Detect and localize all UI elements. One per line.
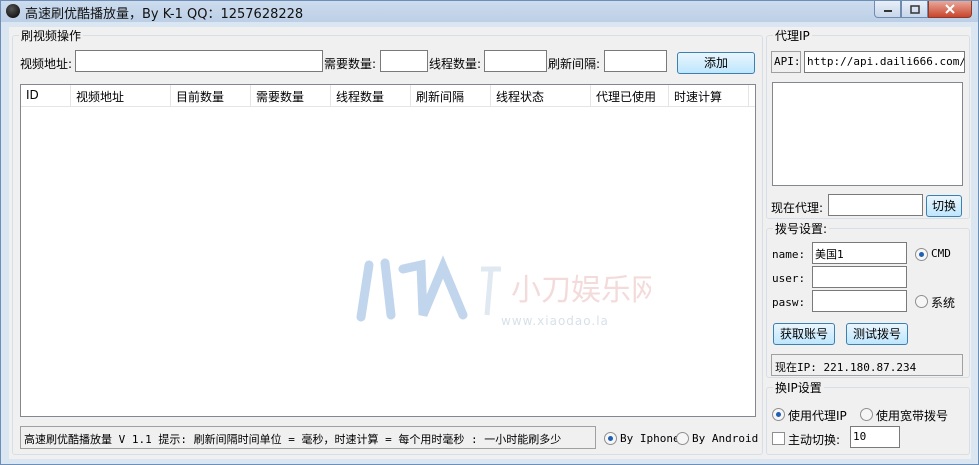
get-account-button[interactable]: 获取账号 [773, 323, 835, 345]
column-speed-calc[interactable]: 时速计算 [669, 85, 749, 106]
pasw-label: pasw: [772, 296, 806, 309]
use-broadband-label: 使用宽带拨号 [876, 409, 949, 423]
refresh-interval-input[interactable] [604, 50, 667, 72]
video-url-input[interactable] [75, 50, 323, 72]
column-proxy-used[interactable]: 代理已使用 [591, 85, 669, 106]
window-controls [874, 1, 972, 18]
test-dial-button[interactable]: 测试拨号 [846, 323, 908, 345]
column-refresh-interval[interactable]: 刷新间隔 [411, 85, 491, 106]
need-count-input[interactable] [380, 50, 428, 72]
cmd-radio[interactable] [915, 248, 928, 261]
proxy-list-textarea[interactable] [772, 82, 963, 186]
title-bar[interactable]: 高速刷优酷播放量，By K-1 QQ：1257628228 [1, 1, 978, 22]
current-proxy-label: 现在代理: [771, 201, 824, 215]
by-iphone-label: By Iphone [620, 432, 680, 445]
name-input[interactable]: 美国1 [812, 242, 907, 264]
by-android-radio[interactable] [676, 432, 689, 445]
window-title: 高速刷优酷播放量，By K-1 QQ：1257628228 [25, 7, 304, 22]
need-count-label: 需要数量: [324, 57, 377, 71]
app-icon [6, 4, 20, 18]
current-ip-display: 现在IP: 221.180.87.234 [771, 354, 963, 376]
column-need-count[interactable]: 需要数量 [251, 85, 331, 106]
by-iphone-radio[interactable] [604, 432, 617, 445]
system-label: 系统 [931, 296, 956, 310]
watermark-url: www.xiaodao.la [501, 314, 609, 328]
auto-switch-label: 主动切换: [788, 433, 841, 447]
close-button[interactable] [928, 1, 972, 18]
maximize-icon [909, 4, 920, 14]
dial-settings-title: 拨号设置: [775, 222, 828, 236]
cmd-label: CMD [931, 247, 951, 260]
column-video-url[interactable]: 视频地址 [71, 85, 171, 106]
name-label: name: [772, 248, 806, 261]
status-hint: 高速刷优酷播放量 V 1.1 提示: 刷新间隔时间单位 = 毫秒，时速计算 = … [20, 426, 596, 449]
thread-count-input[interactable] [484, 50, 547, 72]
minimize-icon [883, 10, 892, 12]
video-task-list[interactable]: ID 视频地址 目前数量 需要数量 线程数量 刷新间隔 线程状态 代理已使用 时… [20, 84, 756, 417]
close-icon [945, 4, 955, 14]
auto-switch-checkbox[interactable] [772, 432, 785, 445]
watermark-logo-text: 小刀娱乐网 [511, 273, 651, 308]
api-input[interactable]: http://api.daili666.com/ip/ [804, 51, 965, 73]
use-proxy-radio[interactable] [772, 408, 785, 421]
refresh-interval-label: 刷新间隔: [548, 57, 601, 71]
column-thread-count[interactable]: 线程数量 [331, 85, 411, 106]
column-current-count[interactable]: 目前数量 [171, 85, 251, 106]
ip-switch-title: 换IP设置 [775, 381, 822, 395]
main-window: 高速刷优酷播放量，By K-1 QQ：1257628228 刷视频操作 视频地址… [0, 0, 979, 465]
watermark-logo: 小刀娱乐网 www.xiaodao.la [356, 255, 651, 328]
video-operation-title: 刷视频操作 [21, 29, 82, 43]
client-area: 刷视频操作 视频地址: 需要数量: 线程数量: 刷新间隔: 添加 ID 视频地址… [9, 27, 971, 459]
use-proxy-label: 使用代理IP [788, 409, 847, 423]
thread-count-label: 线程数量: [429, 57, 482, 71]
minimize-button[interactable] [874, 1, 901, 18]
system-radio[interactable] [915, 295, 928, 308]
column-id[interactable]: ID [21, 85, 71, 106]
current-proxy-input[interactable] [828, 194, 923, 216]
auto-switch-input[interactable]: 10 [850, 426, 900, 448]
proxy-ip-title: 代理IP [775, 29, 810, 43]
video-url-label: 视频地址: [20, 57, 73, 71]
api-label: API: [771, 51, 801, 73]
user-label: user: [772, 272, 806, 285]
switch-proxy-button[interactable]: 切换 [926, 195, 962, 217]
use-broadband-radio[interactable] [860, 408, 873, 421]
by-android-label: By Android [692, 432, 759, 445]
add-button[interactable]: 添加 [677, 52, 755, 74]
maximize-button[interactable] [901, 1, 928, 18]
pasw-input[interactable] [812, 290, 907, 312]
column-thread-status[interactable]: 线程状态 [491, 85, 591, 106]
list-header: ID 视频地址 目前数量 需要数量 线程数量 刷新间隔 线程状态 代理已使用 时… [21, 85, 755, 107]
user-input[interactable] [812, 266, 907, 288]
